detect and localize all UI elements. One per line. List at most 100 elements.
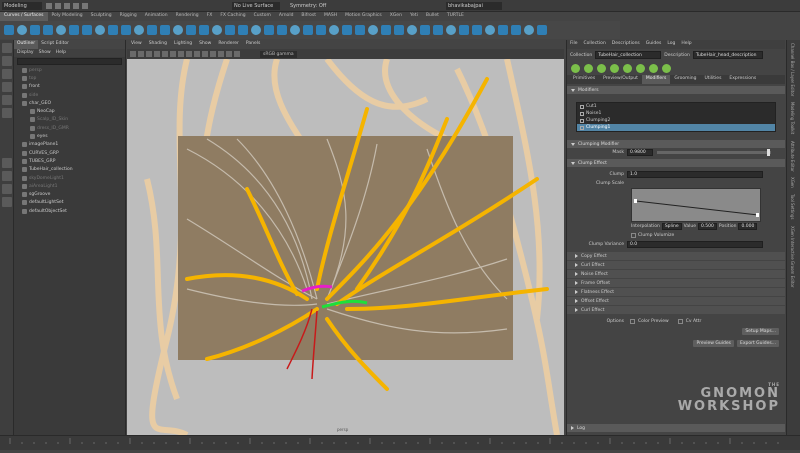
shelf-tool-icon[interactable] [69,25,79,35]
resolution-gate-icon[interactable] [218,51,224,57]
rotate-tool-icon[interactable] [2,95,12,105]
shelf-tab[interactable]: Rendering [172,12,203,21]
edit-guides-icon[interactable] [597,63,606,73]
collapsed-section-header[interactable]: Curl Effect [567,261,785,269]
outliner-item[interactable]: imagePlane1 [14,141,125,149]
shelf-tool-icon[interactable] [212,25,222,35]
color-space-selector[interactable]: sRGB gamma [260,50,297,58]
shelf-tool-icon[interactable] [4,25,14,35]
live-surface-field[interactable]: No Live Surface [232,2,280,10]
color-preview-checkbox[interactable] [630,319,635,324]
shelf-tool-icon[interactable] [238,25,248,35]
menu-show[interactable]: Show [39,50,51,56]
cv-attr-checkbox[interactable] [677,319,683,324]
tab-script-editor[interactable]: Script Editor [38,40,72,49]
shelf-tool-icon[interactable] [472,25,482,35]
modifier-item[interactable]: Noise1 [577,110,775,117]
collapsed-section-header[interactable]: Offset Effect [567,297,785,305]
sculpt-guides-icon[interactable] [610,63,619,73]
menu-show[interactable]: Show [199,41,211,48]
outliner-item[interactable]: Scalp_ID_Skin [14,116,125,124]
modifier-item[interactable]: Cut1 [577,103,775,110]
clump-variance-field[interactable]: 0.0 [627,241,763,248]
menu-collection[interactable]: Collection [584,41,606,48]
shelf-tab[interactable]: TURTLE [443,12,468,21]
menu-log[interactable]: Log [667,41,675,48]
shelf-tool-icon[interactable] [368,25,378,35]
shelf-tool-icon[interactable] [290,25,300,35]
modifier-enable-checkbox[interactable] [580,118,584,123]
menu-panels[interactable]: Panels [246,41,260,48]
collapsed-section-header[interactable]: Frame Offset [567,279,785,287]
menu-display[interactable]: Display [17,50,34,56]
menu-lighting[interactable]: Lighting [174,41,192,48]
menu-view[interactable]: View [131,41,142,48]
modifier-item[interactable]: Clumping1 [577,124,775,131]
outliner-item[interactable]: top [14,74,125,82]
move-tool-icon[interactable] [2,82,12,92]
shelf-tool-icon[interactable] [264,25,274,35]
outliner-search-input[interactable] [17,58,122,65]
preview-guides-button[interactable]: Preview Guides [693,340,734,347]
scale-tool-icon[interactable] [2,108,12,118]
shelf-tool-icon[interactable] [459,25,469,35]
description-dropdown[interactable]: TubeHair_head_description [692,51,763,59]
undo-icon[interactable] [73,3,79,9]
shelf-tool-icon[interactable] [498,25,508,35]
menu-file[interactable]: File [570,41,578,48]
outliner-item[interactable]: CURVES_GRP [14,149,125,157]
exposure-icon[interactable] [226,51,232,57]
side-tab[interactable]: XGen Interactive Groom Editor [787,223,798,290]
shelf-tool-icon[interactable] [121,25,131,35]
shelf-tool-icon[interactable] [173,25,183,35]
shelf-tool-icon[interactable] [82,25,92,35]
outliner-item[interactable]: persp [14,66,125,74]
modifier-enable-checkbox[interactable] [580,125,584,130]
mask-slider-knob[interactable] [766,149,770,156]
collapsed-section-header[interactable]: Flatness Effect [567,288,785,296]
modifier-enable-checkbox[interactable] [580,111,584,116]
side-tab[interactable]: Modeling Toolkit [787,99,798,137]
interpolation-dropdown[interactable]: Spline [661,223,682,230]
lasso-tool-icon[interactable] [2,56,12,66]
add-guides-icon[interactable] [584,63,593,73]
tab-preview-output[interactable]: Preview/Output [599,75,642,84]
outliner-item[interactable]: sgGroove [14,190,125,198]
guide-display-icon[interactable] [636,63,645,73]
shadows-icon[interactable] [194,51,200,57]
layout-four-icon[interactable] [2,171,12,181]
menu-help[interactable]: Help [681,41,691,48]
save-scene-icon[interactable] [64,3,70,9]
outliner-item[interactable]: side [14,91,125,99]
menu-guides[interactable]: Guides [646,41,662,48]
viewport-scene[interactable]: persp [127,57,564,435]
setup-maps-button[interactable]: Setup Maps... [742,328,779,335]
collapsed-section-header[interactable]: Noise Effect [567,270,785,278]
time-slider[interactable] [0,435,800,450]
clump-volumize-checkbox[interactable] [631,233,636,238]
shelf-tool-icon[interactable] [43,25,53,35]
shelf-tool-icon[interactable] [407,25,417,35]
shelf-tool-icon[interactable] [147,25,157,35]
shelf-tool-icon[interactable] [134,25,144,35]
tab-utilities[interactable]: Utilities [700,75,725,84]
clump-scale-ramp[interactable] [631,188,761,222]
shelf-tool-icon[interactable] [537,25,547,35]
shelf-tool-icon[interactable] [277,25,287,35]
shelf-tool-icon[interactable] [251,25,261,35]
wireframe-icon[interactable] [162,51,168,57]
rebuild-guides-icon[interactable] [623,63,632,73]
select-tool-icon[interactable] [2,43,12,53]
shelf-tab[interactable]: Curves / Surfaces [0,12,48,21]
outliner-item[interactable]: char_GEO [14,99,125,107]
shelf-tool-icon[interactable] [446,25,456,35]
open-scene-icon[interactable] [55,3,61,9]
shelf-tab[interactable]: FX Caching [216,12,249,21]
tab-primitives[interactable]: Primitives [569,75,599,84]
shelf-tool-icon[interactable] [56,25,66,35]
layout-two-icon[interactable] [2,184,12,194]
textured-icon[interactable] [178,51,184,57]
user-account[interactable]: bhavikabajpai [446,2,502,10]
shelf-tab[interactable]: Sculpting [87,12,116,21]
outliner-item[interactable]: eyes [14,132,125,140]
